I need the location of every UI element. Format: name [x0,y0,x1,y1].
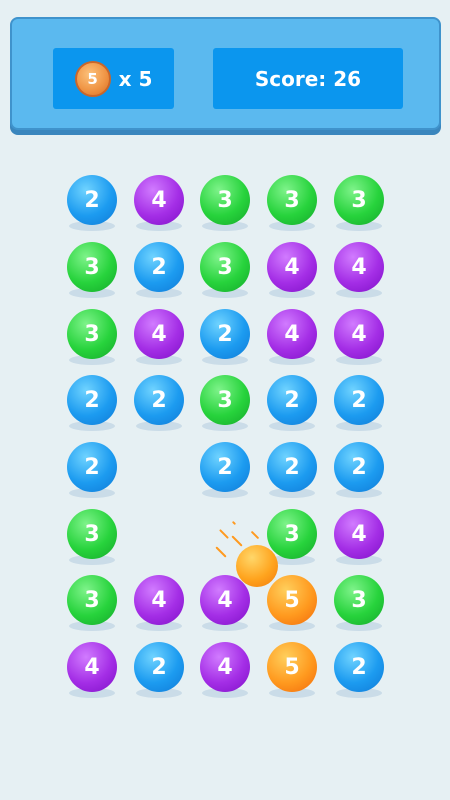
number-ball-4[interactable]: 4 [134,309,184,365]
number-ball-3[interactable]: 3 [67,575,117,631]
number-ball-3[interactable]: 3 [267,175,317,231]
number-ball-4[interactable]: 4 [267,309,317,365]
number-ball-2[interactable]: 2 [200,442,250,498]
number-ball-2[interactable]: 2 [67,175,117,231]
number-ball-2[interactable]: 2 [267,442,317,498]
number-ball-4[interactable]: 4 [334,309,384,365]
number-ball-3[interactable]: 3 [67,509,117,565]
number-ball-2[interactable]: 2 [334,442,384,498]
number-ball-2[interactable]: 2 [67,375,117,431]
number-ball-4[interactable]: 4 [67,642,117,698]
number-ball-4[interactable]: 4 [267,242,317,298]
number-ball-2[interactable]: 2 [334,375,384,431]
game-board: 2433332344342442232222223343445342452 [0,0,450,800]
falling-ball [236,545,278,587]
number-ball-3[interactable]: 3 [67,309,117,365]
number-ball-2[interactable]: 2 [200,309,250,365]
number-ball-3[interactable]: 3 [334,175,384,231]
number-ball-5[interactable]: 5 [267,575,317,631]
number-ball-5[interactable]: 5 [267,642,317,698]
number-ball-3[interactable]: 3 [200,375,250,431]
number-ball-2[interactable]: 2 [67,442,117,498]
number-ball-2[interactable]: 2 [134,375,184,431]
number-ball-4[interactable]: 4 [200,642,250,698]
number-ball-4[interactable]: 4 [334,509,384,565]
number-ball-2[interactable]: 2 [134,242,184,298]
number-ball-4[interactable]: 4 [134,175,184,231]
number-ball-4[interactable]: 4 [334,242,384,298]
number-ball-3[interactable]: 3 [334,575,384,631]
number-ball-3[interactable]: 3 [200,242,250,298]
number-ball-2[interactable]: 2 [334,642,384,698]
number-ball-4[interactable]: 4 [200,575,250,631]
number-ball-3[interactable]: 3 [200,175,250,231]
number-ball-3[interactable]: 3 [67,242,117,298]
number-ball-4[interactable]: 4 [134,575,184,631]
number-ball-3[interactable]: 3 [267,509,317,565]
number-ball-2[interactable]: 2 [267,375,317,431]
number-ball-2[interactable]: 2 [134,642,184,698]
